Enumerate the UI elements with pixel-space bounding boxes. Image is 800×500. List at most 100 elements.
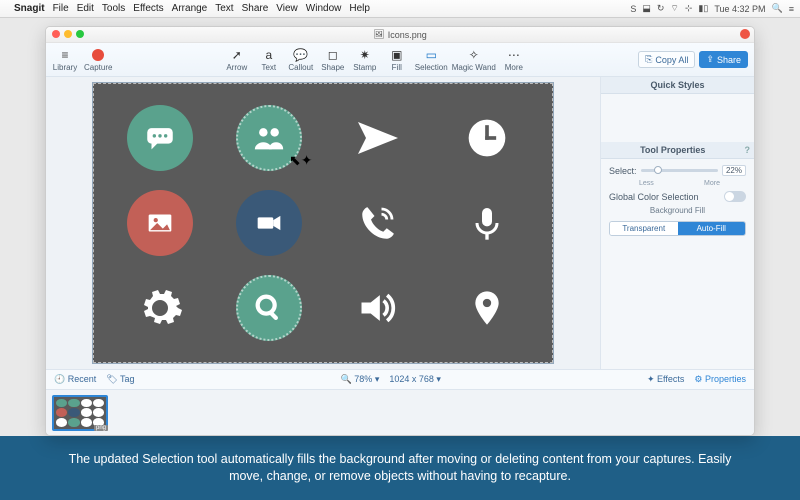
share-button[interactable]: ⇪Share	[699, 51, 748, 68]
library-icon: ≡	[61, 48, 68, 62]
seg-transparent[interactable]: Transparent	[610, 222, 678, 235]
tool-callout[interactable]: 💬Callout	[287, 48, 315, 72]
clock: Tue 4:32 PM	[714, 4, 765, 14]
tool-magicwand[interactable]: ✧Magic Wand	[452, 48, 496, 72]
zoom-control[interactable]: 🔍 78% ▾	[341, 374, 380, 385]
file-icon: 🖼	[373, 29, 384, 40]
tool-selection-label: Selection	[415, 63, 448, 72]
tool-stamp-label: Stamp	[353, 63, 376, 72]
properties-button[interactable]: ⚙ Properties	[694, 374, 746, 385]
canvas-clock-icon[interactable]	[465, 116, 509, 160]
caption-text: The updated Selection tool automatically…	[60, 451, 740, 485]
close-icon[interactable]	[52, 30, 60, 38]
shape-icon: ◻	[328, 48, 338, 62]
seg-autofill[interactable]: Auto-Fill	[678, 222, 746, 235]
status-icon: S	[630, 4, 636, 14]
copy-icon: ⎘	[645, 54, 652, 65]
sidebar: Quick Styles Tool Properties ? Select: 2…	[600, 77, 754, 369]
capture-button[interactable]: Capture	[84, 48, 112, 72]
share-icon: ⇪	[706, 54, 714, 65]
effects-button[interactable]: ✦ Effects	[647, 374, 684, 385]
traffic-lights[interactable]	[52, 30, 84, 38]
quick-styles-header[interactable]: Quick Styles	[601, 77, 754, 94]
text-icon: a	[265, 48, 272, 62]
dropbox-icon: ⬓	[642, 3, 651, 14]
library-button[interactable]: ≡ Library	[52, 48, 78, 72]
maximize-icon[interactable]	[76, 30, 84, 38]
capture-label: Capture	[84, 63, 112, 72]
tool-properties-header: Tool Properties ?	[601, 142, 754, 159]
copy-all-label: Copy All	[655, 55, 688, 65]
bt-icon: ⊹	[685, 3, 693, 14]
less-label: Less	[639, 180, 654, 187]
sync-icon: ↻	[657, 3, 665, 14]
toolbar: ≡ Library Capture ➚Arrow aText 💬Callout …	[46, 43, 754, 77]
canvas-chat-icon[interactable]	[127, 105, 193, 171]
canvas-volume-icon[interactable]	[356, 286, 400, 330]
tool-text[interactable]: aText	[255, 48, 283, 72]
arrow-icon: ➚	[232, 48, 242, 62]
statusbar: 🕘 Recent 🏷 Tag 🔍 78% ▾ 1024 x 768 ▾ ✦ Ef…	[46, 369, 754, 389]
document-title: 🖼 Icons.png	[373, 29, 426, 40]
global-color-toggle[interactable]	[724, 191, 746, 202]
share-label: Share	[717, 55, 741, 65]
tag-button[interactable]: 🏷 Tag	[106, 374, 134, 385]
menu-file[interactable]: File	[53, 3, 69, 14]
recent-label: Recent	[68, 374, 97, 384]
capture-icon	[92, 49, 104, 61]
tool-magicwand-label: Magic Wand	[452, 63, 496, 72]
mac-menubar: Snagit File Edit Tools Effects Arrange T…	[0, 0, 800, 18]
canvas-call-icon[interactable]	[357, 202, 399, 244]
tool-selection[interactable]: ▭Selection	[415, 48, 448, 72]
select-slider[interactable]	[641, 169, 718, 172]
menu-share[interactable]: Share	[242, 3, 269, 14]
tool-shape-label: Shape	[321, 63, 344, 72]
select-value[interactable]: 22%	[722, 165, 746, 176]
properties-label: Properties	[705, 374, 746, 384]
menu-edit[interactable]: Edit	[77, 3, 94, 14]
thumbnail[interactable]: png	[52, 395, 108, 431]
canvas-image-icon[interactable]	[127, 190, 193, 256]
canvas-mic-icon[interactable]	[467, 203, 507, 243]
canvas-location-icon[interactable]	[467, 285, 507, 331]
select-label: Select:	[609, 166, 637, 176]
recent-button[interactable]: 🕘 Recent	[54, 374, 96, 385]
menu-arrange[interactable]: Arrange	[172, 3, 208, 14]
app-name[interactable]: Snagit	[14, 3, 45, 14]
menu-window[interactable]: Window	[306, 3, 342, 14]
dimensions-label[interactable]: 1024 x 768 ▾	[389, 374, 441, 385]
canvas-gear-icon[interactable]	[136, 284, 184, 332]
tool-fill[interactable]: ▣Fill	[383, 48, 411, 72]
minimize-icon[interactable]	[64, 30, 72, 38]
selection-icon: ▭	[426, 48, 437, 62]
tool-arrow[interactable]: ➚Arrow	[223, 48, 251, 72]
copy-all-button[interactable]: ⎘Copy All	[638, 51, 695, 68]
tool-fill-label: Fill	[392, 63, 402, 72]
menu-icon[interactable]: ≡	[789, 4, 794, 14]
menu-text[interactable]: Text	[215, 3, 233, 14]
help-icon[interactable]: ?	[745, 145, 751, 155]
menu-view[interactable]: View	[276, 3, 298, 14]
effects-label: Effects	[657, 374, 684, 384]
tool-shape[interactable]: ◻Shape	[319, 48, 347, 72]
callout-icon: 💬	[293, 48, 308, 62]
cursor-icon: ⬉✦	[289, 152, 312, 169]
tool-more[interactable]: ⋯More	[500, 48, 528, 72]
canvas-video-icon[interactable]	[236, 190, 302, 256]
canvas-send-icon[interactable]	[354, 114, 402, 162]
marketing-caption: The updated Selection tool automatically…	[0, 436, 800, 500]
canvas-area[interactable]: ⬉✦	[46, 77, 600, 369]
canvas-search-icon[interactable]	[236, 275, 302, 341]
bgfill-segment[interactable]: Transparent Auto-Fill	[609, 221, 746, 236]
thumb-format-label: png	[94, 425, 108, 431]
titlebar[interactable]: 🖼 Icons.png	[46, 27, 754, 43]
canvas-selection[interactable]: ⬉✦	[93, 83, 553, 363]
more-label: More	[704, 180, 720, 187]
thumbnail-tray: png	[46, 389, 754, 435]
spotlight-icon[interactable]: 🔍	[772, 3, 783, 14]
notification-badge	[740, 29, 750, 39]
menu-effects[interactable]: Effects	[133, 3, 163, 14]
tool-stamp[interactable]: ✷Stamp	[351, 48, 379, 72]
menu-tools[interactable]: Tools	[102, 3, 125, 14]
menu-help[interactable]: Help	[349, 3, 370, 14]
